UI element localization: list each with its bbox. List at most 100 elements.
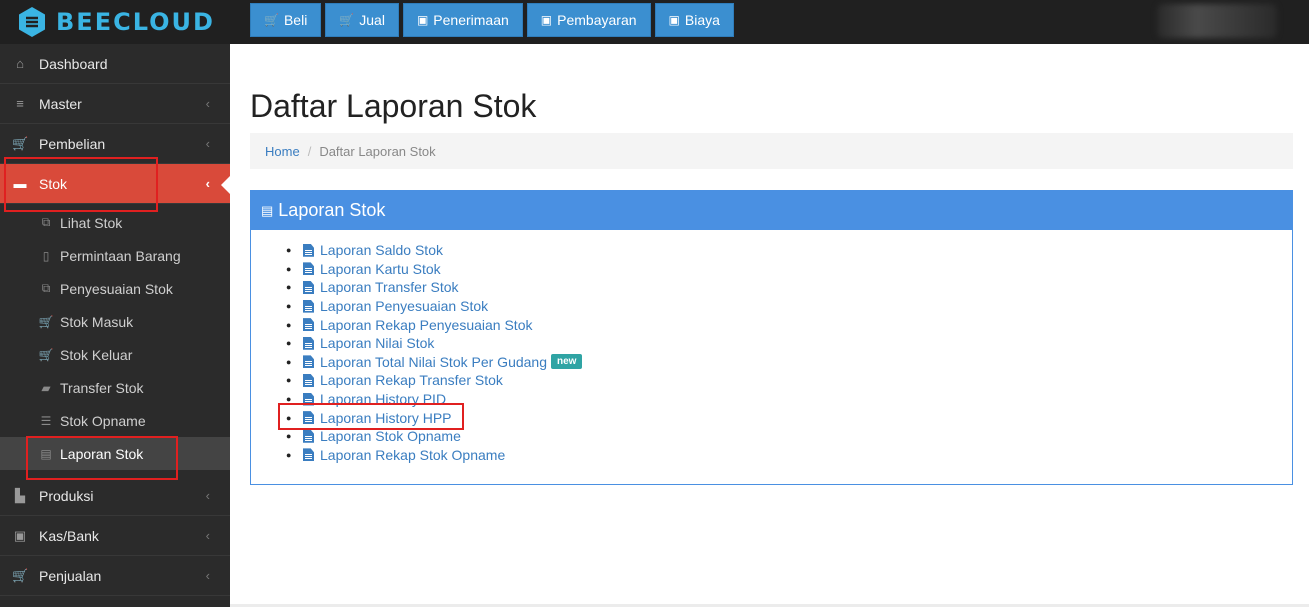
sidebar-subitem-lihat-stok[interactable]: ⧉ Lihat Stok	[0, 206, 230, 239]
cubes-icon: ⧉	[41, 281, 51, 295]
chevron-left-icon: ‹	[205, 528, 210, 543]
sidebar-subitem-permintaan-barang[interactable]: ▯ Permintaan Barang	[0, 239, 230, 272]
sidebar-item-master[interactable]: ≡ Master ‹	[0, 84, 230, 124]
report-link-transfer-stok[interactable]: Laporan Transfer Stok	[320, 279, 459, 295]
list-item: ● Laporan Rekap Transfer Stok	[286, 372, 503, 389]
file-text-icon	[303, 336, 314, 350]
user-menu[interactable]	[1157, 4, 1277, 38]
biaya-button[interactable]: ▣ Biaya	[654, 3, 734, 37]
penerimaan-label: Penerimaan	[433, 12, 509, 28]
file-icon: ▯	[42, 248, 50, 263]
sidebar-item-label: Produksi	[39, 487, 94, 504]
sidebar-subitem-stok-masuk[interactable]: 🛒 Stok Masuk	[0, 305, 230, 338]
report-link-stok-opname[interactable]: Laporan Stok Opname	[320, 428, 461, 444]
list-item: ● Laporan Rekap Penyesuaian Stok	[286, 316, 533, 333]
list-item: ● Laporan Saldo Stok	[286, 242, 443, 259]
report-link-history-hpp[interactable]: Laporan History HPP	[320, 410, 452, 426]
sidebar-subitem-laporan-stok[interactable]: ▤ Laporan Stok	[0, 437, 230, 470]
list-item: ● Laporan History PID	[286, 391, 447, 408]
money-icon: ▣	[668, 13, 680, 27]
home-icon: ⌂	[16, 56, 24, 71]
submenu-label: Transfer Stok	[60, 379, 144, 396]
sidebar-item-pembelian[interactable]: 🛒 Pembelian ‹	[0, 124, 230, 164]
sidebar-subitem-transfer-stok[interactable]: ▰ Transfer Stok	[0, 371, 230, 404]
list-item: ● Laporan Kartu Stok	[286, 260, 441, 277]
report-link-saldo-stok[interactable]: Laporan Saldo Stok	[320, 242, 443, 258]
file-text-icon	[303, 243, 314, 257]
page-title: Daftar Laporan Stok	[250, 88, 537, 124]
submenu-label: Stok Opname	[60, 412, 146, 429]
sidebar-item-label: Master	[39, 95, 82, 112]
report-link-history-pid[interactable]: Laporan History PID	[320, 391, 446, 407]
money-icon: ▣	[416, 13, 429, 27]
beli-label: Beli	[283, 12, 308, 28]
submenu-label: Lihat Stok	[60, 214, 123, 231]
pembayaran-label: Pembayaran	[557, 12, 637, 28]
file-text-icon	[303, 373, 314, 387]
file-text-icon	[303, 429, 314, 443]
list-icon: ☰	[40, 413, 52, 428]
file-text-icon	[303, 411, 314, 425]
report-list: ● Laporan Saldo Stok ● Laporan Kartu Stok …	[251, 230, 1292, 464]
pembayaran-button[interactable]: ▣ Pembayaran	[526, 3, 651, 37]
report-link-total-nilai-stok-per-gudang[interactable]: Laporan Total Nilai Stok Per Gudang	[320, 354, 547, 370]
report-link-rekap-stok-opname[interactable]: Laporan Rekap Stok Opname	[320, 447, 505, 463]
sidebar-subitem-penyesuaian-stok[interactable]: ⧉ Penyesuaian Stok	[0, 272, 230, 305]
chevron-left-icon: ‹	[205, 136, 210, 151]
file-text-icon	[303, 355, 314, 369]
laporan-stok-panel: ▤ Laporan Stok ● Laporan Saldo Stok ● Lapo…	[250, 190, 1293, 485]
file-text-icon	[303, 280, 314, 294]
book-icon: ▤	[40, 446, 52, 461]
submenu-label: Stok Keluar	[60, 346, 133, 363]
sidebar-item-dashboard[interactable]: ⌂ Dashboard	[0, 44, 230, 84]
list-item: ● Laporan Total Nilai Stok Per Gudang new	[286, 353, 1292, 372]
stok-submenu: ⧉ Lihat Stok ▯ Permintaan Barang ⧉ Penyesua…	[0, 204, 230, 476]
report-link-rekap-penyesuaian-stok[interactable]: Laporan Rekap Penyesuaian Stok	[320, 317, 532, 333]
sidebar-item-penjualan[interactable]: 🛒 Penjualan ‹	[0, 556, 230, 596]
list-item: ● Laporan History HPP	[286, 409, 452, 426]
penerimaan-button[interactable]: ▣ Penerimaan	[402, 3, 523, 37]
breadcrumb: Home / Daftar Laporan Stok	[250, 133, 1293, 169]
sidebar-item-stok[interactable]: ▬ Stok ‹	[0, 164, 230, 204]
sidebar-item-produksi[interactable]: ▙ Produksi ‹	[0, 476, 230, 516]
submenu-label: Penyesuaian Stok	[60, 280, 173, 297]
panel-header: ▤ Laporan Stok	[251, 191, 1292, 230]
list-item: ● Laporan Penyesuaian Stok	[286, 298, 489, 315]
book-icon: ▤	[261, 202, 274, 218]
report-link-nilai-stok[interactable]: Laporan Nilai Stok	[320, 335, 434, 351]
jual-button[interactable]: 🛒 Jual	[325, 3, 399, 37]
list-item: ● Laporan Rekap Stok Opname	[286, 446, 506, 463]
sidebar-item-kas-bank[interactable]: ▣ Kas/Bank ‹	[0, 516, 230, 556]
sidebar-subitem-stok-opname[interactable]: ☰ Stok Opname	[0, 404, 230, 437]
database-icon: ≡	[16, 96, 24, 111]
top-bar: BEECLOUD 🛒 Beli 🛒 Jual ▣ Penerimaan ▣ Pembay…	[0, 0, 1309, 44]
file-text-icon	[303, 318, 314, 332]
panel-title: Laporan Stok	[278, 200, 386, 220]
file-text-icon	[303, 262, 314, 276]
new-badge: new	[551, 354, 583, 370]
jual-label: Jual	[359, 12, 385, 28]
report-link-penyesuaian-stok[interactable]: Laporan Penyesuaian Stok	[320, 298, 488, 314]
list-item: ● Laporan Stok Opname	[286, 428, 461, 445]
sidebar-item-label: Kas/Bank	[39, 527, 99, 544]
chevron-left-icon: ‹	[205, 96, 210, 111]
chevron-left-icon: ‹	[205, 568, 210, 583]
sidebar-item-label: Stok	[39, 175, 68, 192]
chevron-left-icon: ‹	[205, 176, 210, 191]
submenu-label: Stok Masuk	[60, 313, 134, 330]
sidebar-item-label: Dashboard	[39, 55, 108, 72]
report-link-kartu-stok[interactable]: Laporan Kartu Stok	[320, 261, 441, 277]
money-icon: ▣	[13, 527, 27, 543]
logo[interactable]: BEECLOUD	[0, 0, 230, 44]
cart-icon: 🛒	[12, 567, 29, 583]
file-text-icon	[303, 448, 314, 462]
beli-button[interactable]: 🛒 Beli	[250, 3, 322, 37]
sidebar-subitem-stok-keluar[interactable]: 🛒 Stok Keluar	[0, 338, 230, 371]
breadcrumb-separator: /	[307, 143, 312, 159]
cart-icon: 🛒	[339, 13, 355, 27]
submenu-label: Permintaan Barang	[60, 247, 181, 264]
breadcrumb-home-link[interactable]: Home	[265, 144, 300, 159]
truck-icon: ▰	[41, 380, 51, 395]
sidebar: ⌂ Dashboard ≡ Master ‹ 🛒 Pembelian ‹ ▬ Stok ‹ ⧉…	[0, 44, 230, 607]
report-link-rekap-transfer-stok[interactable]: Laporan Rekap Transfer Stok	[320, 372, 503, 388]
